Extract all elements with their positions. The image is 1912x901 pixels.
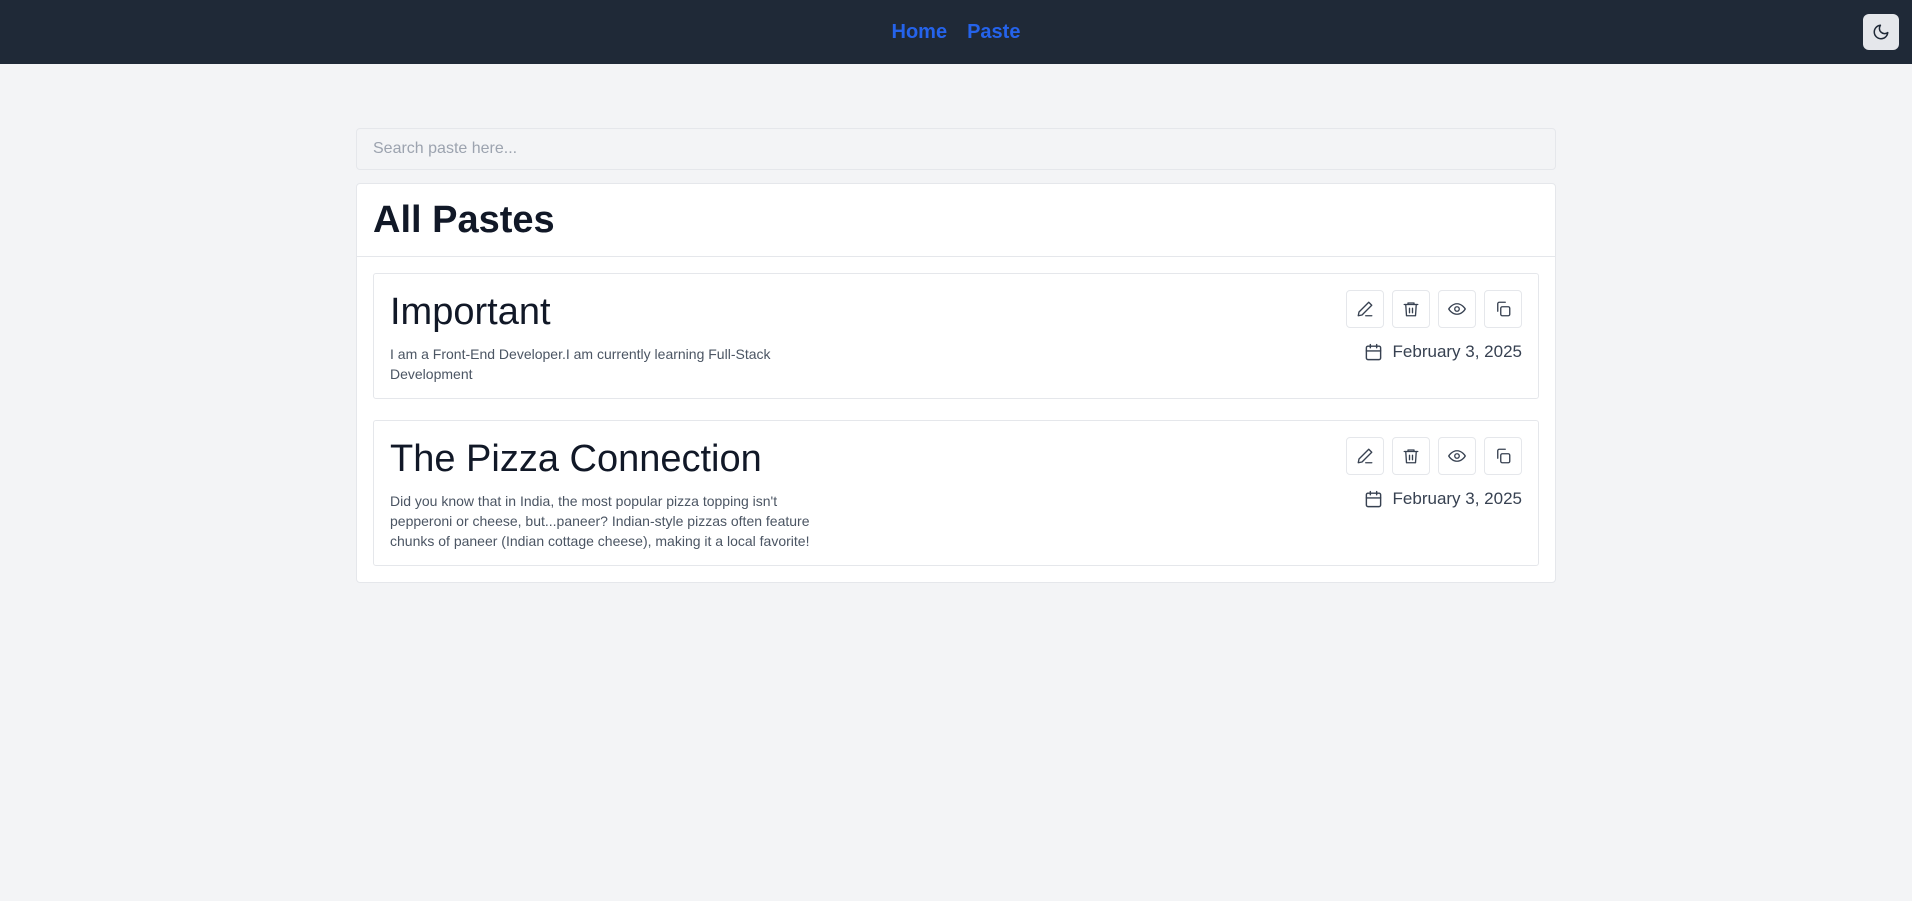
paste-content: Did you know that in India, the most pop…: [390, 493, 810, 549]
paste-title: Important: [390, 291, 551, 333]
paste-actions: [1346, 290, 1522, 328]
search-input[interactable]: [356, 128, 1556, 170]
paste-info: Important I am a Front-End Developer.I a…: [390, 290, 830, 382]
navbar: Home Paste: [0, 0, 1912, 64]
pastes-card: All Pastes Important I am a Front-End De…: [356, 183, 1556, 583]
calendar-icon: [1365, 490, 1381, 507]
paste-date: February 3, 2025: [1364, 489, 1522, 509]
copy-icon: [1497, 448, 1511, 464]
theme-toggle-button[interactable]: [1863, 14, 1899, 50]
card-header: All Pastes: [357, 184, 1555, 257]
edit-icon: [1357, 301, 1373, 317]
paste-actions: [1346, 437, 1522, 475]
paste-list: Important I am a Front-End Developer.I a…: [357, 257, 1555, 582]
eye-icon: [1448, 303, 1466, 315]
paste-item: The Pizza Connection Did you know that i…: [373, 420, 1539, 566]
edit-icon: [1357, 448, 1373, 464]
paste-date: February 3, 2025: [1364, 342, 1522, 362]
trash-icon: [1403, 302, 1419, 317]
copy-icon: [1497, 301, 1511, 317]
paste-meta: February 3, 2025: [1346, 290, 1522, 382]
paste-item: Important I am a Front-End Developer.I a…: [373, 273, 1539, 399]
view-button[interactable]: [1438, 290, 1476, 328]
paste-meta: February 3, 2025: [1346, 437, 1522, 549]
nav-link-paste[interactable]: Paste: [967, 21, 1020, 44]
paste-content: I am a Front-End Developer.I am currentl…: [390, 346, 771, 382]
paste-info: The Pizza Connection Did you know that i…: [390, 437, 830, 549]
nav-links: Home Paste: [892, 21, 1021, 44]
delete-button[interactable]: [1392, 437, 1430, 475]
copy-button[interactable]: [1484, 290, 1522, 328]
edit-button[interactable]: [1346, 437, 1384, 475]
calendar-icon: [1365, 343, 1381, 360]
eye-icon: [1448, 450, 1466, 462]
main-content: All Pastes Important I am a Front-End De…: [356, 128, 1556, 583]
trash-icon: [1403, 449, 1419, 464]
view-button[interactable]: [1438, 437, 1476, 475]
edit-button[interactable]: [1346, 290, 1384, 328]
page-title: All Pastes: [373, 198, 555, 241]
moon-icon: [1873, 24, 1889, 40]
nav-link-home[interactable]: Home: [892, 21, 948, 44]
paste-date-text: February 3, 2025: [1392, 489, 1522, 508]
delete-button[interactable]: [1392, 290, 1430, 328]
paste-title: The Pizza Connection: [390, 438, 762, 480]
paste-date-text: February 3, 2025: [1392, 342, 1522, 361]
copy-button[interactable]: [1484, 437, 1522, 475]
